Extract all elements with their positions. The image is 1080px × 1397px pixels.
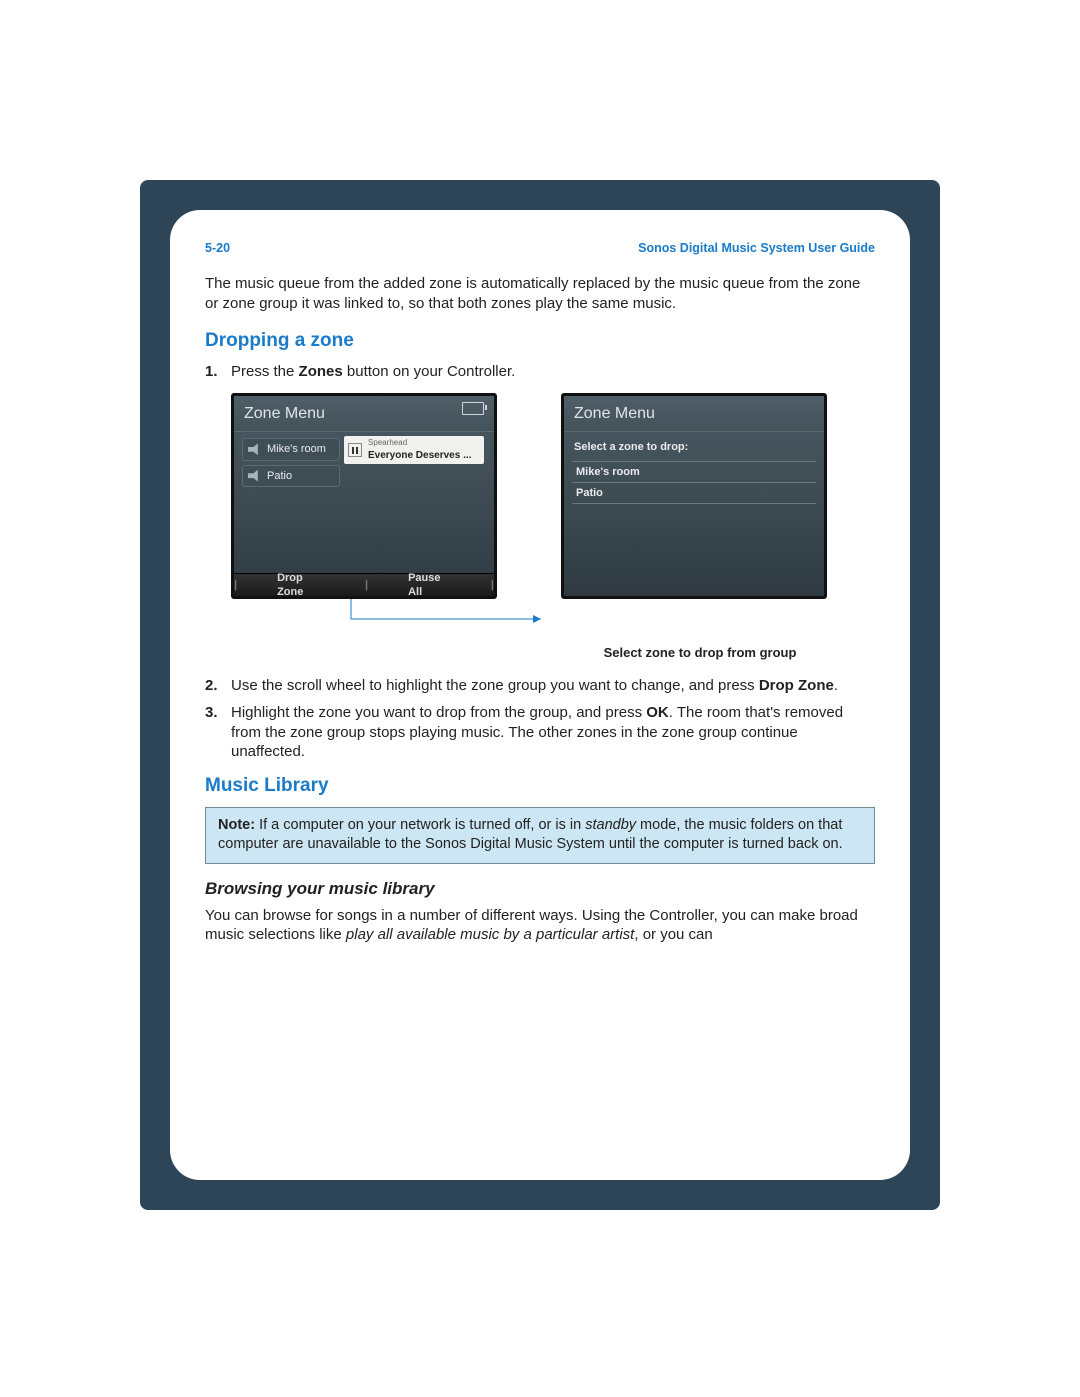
step-text-tail: . xyxy=(834,677,838,694)
page-frame: 5-20 Sonos Digital Music System User Gui… xyxy=(140,180,940,1210)
drop-list: Mike's room Patio xyxy=(572,461,816,505)
bold-dropzone: Drop Zone xyxy=(759,677,834,694)
step-number: 2. xyxy=(205,676,218,696)
steps-list-cont: 2. Use the scroll wheel to highlight the… xyxy=(205,676,875,762)
note-text-pre: If a computer on your network is turned … xyxy=(255,817,585,833)
step-number: 3. xyxy=(205,703,218,723)
screenshots-area: Zone Menu Mike's room Patio xyxy=(205,393,875,661)
browse-ital: play all available music by a particular… xyxy=(346,926,634,943)
np-artist: Spearhead xyxy=(368,438,471,448)
zone-item: Patio xyxy=(242,465,340,487)
step-text: Highlight the zone you want to drop from… xyxy=(231,704,646,721)
zone-item: Mike's room xyxy=(242,438,340,460)
softkey-drop-zone: Drop Zone xyxy=(277,571,325,599)
zone-label: Patio xyxy=(267,469,292,483)
browse-paragraph: You can browse for songs in a number of … xyxy=(205,906,875,945)
step-2: 2. Use the scroll wheel to highlight the… xyxy=(205,676,875,696)
pause-icon xyxy=(348,443,362,457)
drop-option: Patio xyxy=(572,482,816,504)
speaker-icon xyxy=(248,443,262,455)
step-text-tail: button on your Controller. xyxy=(343,363,516,380)
note-ital: standby xyxy=(585,817,636,833)
bold-ok: OK xyxy=(646,704,669,721)
note-label: Note: xyxy=(218,817,255,833)
subheading-browsing: Browsing your music library xyxy=(205,878,875,900)
drop-prompt: Select a zone to drop: xyxy=(572,438,816,460)
softkey-bar: | Drop Zone | Pause All | xyxy=(234,573,494,596)
section-heading-dropping: Dropping a zone xyxy=(205,329,875,354)
steps-list: 1. Press the Zones button on your Contro… xyxy=(205,362,875,382)
zone-label: Mike's room xyxy=(267,442,326,456)
step-3: 3. Highlight the zone you want to drop f… xyxy=(205,703,875,762)
drop-option: Mike's room xyxy=(572,461,816,482)
screenshot-caption: Select zone to drop from group xyxy=(525,645,875,662)
battery-icon xyxy=(462,402,484,415)
screen-title: Zone Menu xyxy=(564,396,824,432)
step-text: Use the scroll wheel to highlight the zo… xyxy=(231,677,759,694)
browse-post: , or you can xyxy=(634,926,712,943)
intro-paragraph: The music queue from the added zone is a… xyxy=(205,274,875,313)
screen-title: Zone Menu xyxy=(234,396,494,432)
step-text: Press the xyxy=(231,363,299,380)
speaker-icon xyxy=(248,470,262,482)
guide-title: Sonos Digital Music System User Guide xyxy=(638,240,875,256)
np-track: Everyone Deserves ... xyxy=(368,450,471,461)
controller-screenshot-right: Zone Menu Select a zone to drop: Mike's … xyxy=(561,393,827,599)
softkey-pause-all: Pause All xyxy=(408,571,451,599)
page-number: 5-20 xyxy=(205,240,230,256)
page-content: 5-20 Sonos Digital Music System User Gui… xyxy=(170,210,910,1180)
step-number: 1. xyxy=(205,362,218,382)
step-1: 1. Press the Zones button on your Contro… xyxy=(205,362,875,382)
section-heading-library: Music Library xyxy=(205,774,875,799)
now-playing: Spearhead Everyone Deserves ... xyxy=(344,436,484,463)
note-box: Note: If a computer on your network is t… xyxy=(205,807,875,864)
controller-screenshot-left: Zone Menu Mike's room Patio xyxy=(231,393,497,599)
page-header: 5-20 Sonos Digital Music System User Gui… xyxy=(205,240,875,256)
bold-zones: Zones xyxy=(299,363,343,380)
callout-connector xyxy=(231,599,831,639)
